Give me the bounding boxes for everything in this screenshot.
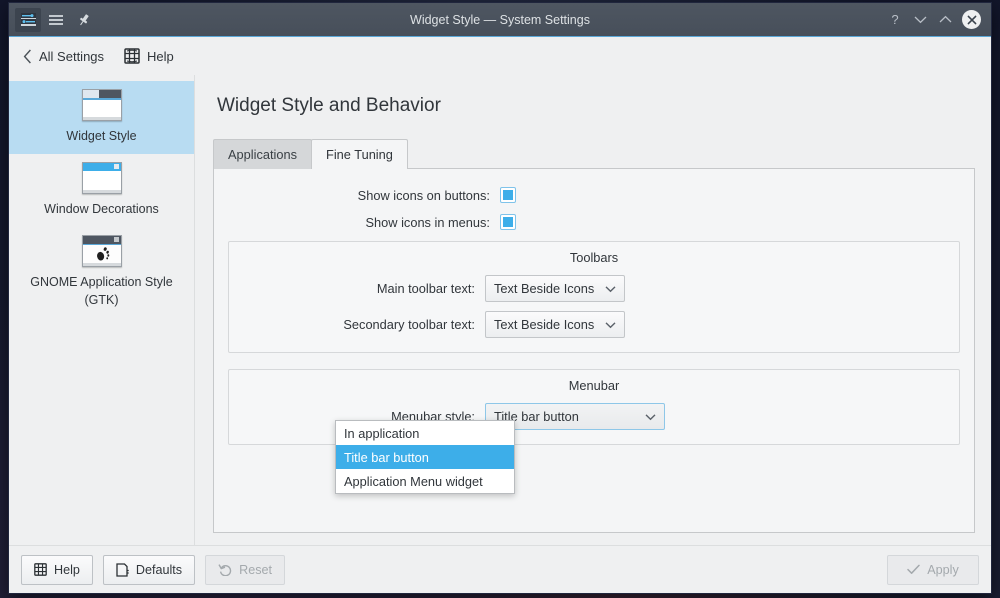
chevron-left-icon bbox=[23, 49, 32, 64]
toolbars-group-title: Toolbars bbox=[241, 250, 947, 265]
row-secondary-toolbar-text: Secondary toolbar text: Text Beside Icon… bbox=[241, 311, 947, 338]
checkbox-fill bbox=[503, 190, 513, 200]
help-button[interactable]: Help bbox=[124, 48, 174, 64]
help-button-footer[interactable]: Help bbox=[21, 555, 93, 585]
settings-content: Widget Style and Behavior Applications F… bbox=[195, 75, 991, 545]
row-main-toolbar-text: Main toolbar text: Text Beside Icons bbox=[241, 275, 947, 302]
all-settings-button[interactable]: All Settings bbox=[23, 49, 104, 64]
titlebar-left-buttons bbox=[15, 8, 97, 32]
sidebar-item-widget-style[interactable]: Widget Style bbox=[9, 81, 194, 154]
system-settings-window: Widget Style — System Settings ? All Set… bbox=[8, 2, 992, 594]
dropdown-option-title-bar-button[interactable]: Title bar button bbox=[336, 445, 514, 469]
tab-applications[interactable]: Applications bbox=[213, 139, 312, 169]
close-x-icon[interactable] bbox=[962, 10, 981, 29]
chevron-down-icon[interactable] bbox=[912, 12, 928, 28]
reset-button-label: Reset bbox=[239, 563, 272, 577]
question-mark-icon[interactable]: ? bbox=[887, 12, 903, 28]
window-controls: ? bbox=[887, 10, 985, 29]
combobox-value: Text Beside Icons bbox=[494, 281, 616, 296]
help-button-label: Help bbox=[54, 563, 80, 577]
secondary-toolbar-text-label: Secondary toolbar text: bbox=[241, 317, 485, 332]
dropdown-option-in-application[interactable]: In application bbox=[336, 421, 514, 445]
toolbars-group: Toolbars Main toolbar text: Text Beside … bbox=[228, 241, 960, 353]
fine-tuning-panel: Show icons on buttons: Show icons in men… bbox=[213, 168, 975, 533]
window-titlebar-icon bbox=[82, 162, 122, 194]
defaults-button[interactable]: Defaults bbox=[103, 555, 195, 585]
window-title: Widget Style — System Settings bbox=[9, 3, 991, 36]
chevron-up-icon[interactable] bbox=[937, 12, 953, 28]
main-toolbar-text-label: Main toolbar text: bbox=[241, 281, 485, 296]
settings-sliders-icon[interactable] bbox=[15, 8, 41, 32]
all-settings-label: All Settings bbox=[39, 49, 104, 64]
menubar-group-title: Menubar bbox=[241, 378, 947, 393]
pin-icon[interactable] bbox=[71, 8, 97, 32]
defaults-button-label: Defaults bbox=[136, 563, 182, 577]
window-body: Widget Style Window Decorations bbox=[9, 75, 991, 545]
tab-bar: Applications Fine Tuning bbox=[213, 139, 975, 169]
gnome-foot-window-icon bbox=[82, 235, 122, 267]
menubar-group: Menubar Menubar style: Title bar button … bbox=[228, 369, 960, 445]
apply-button[interactable]: Apply bbox=[887, 555, 979, 585]
sidebar-item-label: GNOME Application Style (GTK) bbox=[21, 273, 182, 309]
settings-sidebar: Widget Style Window Decorations bbox=[9, 75, 195, 545]
sidebar-item-window-decorations[interactable]: Window Decorations bbox=[9, 154, 194, 227]
chevron-down-icon bbox=[645, 413, 656, 420]
sidebar-item-gnome-application-style[interactable]: GNOME Application Style (GTK) bbox=[9, 227, 194, 318]
chevron-down-icon bbox=[605, 321, 616, 328]
dropdown-option-application-menu-widget[interactable]: Application Menu widget bbox=[336, 469, 514, 493]
help-grid-icon bbox=[34, 563, 47, 576]
menubar-style-dropdown-list: In application Title bar button Applicat… bbox=[335, 420, 515, 494]
show-icons-in-menus-label: Show icons in menus: bbox=[228, 215, 500, 230]
checkmark-icon bbox=[907, 564, 920, 575]
show-icons-on-buttons-checkbox[interactable] bbox=[500, 187, 516, 203]
document-revert-icon bbox=[116, 563, 129, 577]
tab-fine-tuning[interactable]: Fine Tuning bbox=[311, 139, 408, 169]
combobox-value: Text Beside Icons bbox=[494, 317, 616, 332]
sidebar-item-label: Window Decorations bbox=[44, 200, 159, 218]
row-show-icons-in-menus: Show icons in menus: bbox=[228, 214, 960, 230]
app-navigation-bar: All Settings Help bbox=[9, 37, 991, 75]
window-titlebar: Widget Style — System Settings ? bbox=[9, 3, 991, 37]
row-show-icons-on-buttons: Show icons on buttons: bbox=[228, 187, 960, 203]
help-label: Help bbox=[147, 49, 174, 64]
reset-button[interactable]: Reset bbox=[205, 555, 285, 585]
undo-arrow-icon bbox=[218, 563, 232, 576]
show-icons-on-buttons-label: Show icons on buttons: bbox=[228, 188, 500, 203]
apply-button-label: Apply bbox=[927, 563, 959, 577]
dialog-button-bar: Help Defaults Reset bbox=[9, 545, 991, 593]
checkbox-fill bbox=[503, 217, 513, 227]
chevron-down-icon bbox=[605, 285, 616, 292]
show-icons-in-menus-checkbox[interactable] bbox=[500, 214, 516, 230]
window-preview-icon bbox=[82, 89, 122, 121]
secondary-toolbar-text-combobox[interactable]: Text Beside Icons bbox=[485, 311, 625, 338]
main-toolbar-text-combobox[interactable]: Text Beside Icons bbox=[485, 275, 625, 302]
page-title: Widget Style and Behavior bbox=[217, 95, 975, 117]
sidebar-item-label: Widget Style bbox=[66, 127, 136, 145]
help-grid-icon bbox=[124, 48, 140, 64]
hamburger-menu-icon[interactable] bbox=[43, 8, 69, 32]
